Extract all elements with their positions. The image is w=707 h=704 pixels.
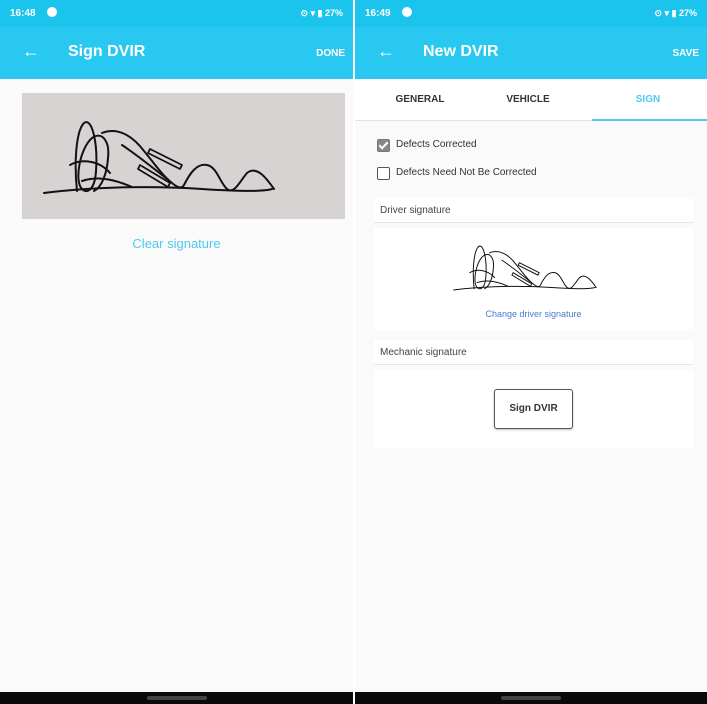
tab-vehicle[interactable]: VEHICLE bbox=[473, 94, 583, 105]
change-driver-signature-link[interactable]: Change driver signature bbox=[374, 309, 693, 319]
signature-drawing bbox=[43, 121, 275, 194]
app-bar: ← New DVIR SAVE bbox=[355, 27, 707, 79]
defects-need-not-be-corrected-label: Defects Need Not Be Corrected bbox=[396, 167, 537, 178]
status-bar: 16:48 ⊙ ▾ ▮ 27% bbox=[0, 0, 353, 27]
system-nav-bar bbox=[355, 692, 707, 704]
mechanic-signature-title: Mechanic signature bbox=[380, 347, 467, 358]
new-dvir-screen: 16:49 ⊙ ▾ ▮ 27% ← New DVIR SAVE GENERAL … bbox=[355, 0, 707, 704]
system-nav-bar bbox=[0, 692, 353, 704]
arrow-left-icon[interactable]: ← bbox=[377, 41, 395, 61]
arrow-left-icon[interactable]: ← bbox=[22, 41, 40, 61]
home-gesture-pill[interactable] bbox=[146, 696, 207, 700]
signature-canvas[interactable] bbox=[22, 93, 345, 219]
defects-need-not-be-corrected-checkbox[interactable] bbox=[377, 167, 390, 180]
mechanic-signature-header: Mechanic signature bbox=[374, 340, 693, 365]
status-indicators: ⊙ ▾ ▮ 27% bbox=[300, 8, 343, 18]
status-bar: 16:49 ⊙ ▾ ▮ 27% bbox=[355, 0, 707, 27]
app-notification-icon bbox=[402, 7, 412, 17]
save-button[interactable]: SAVE bbox=[673, 48, 700, 59]
status-time: 16:48 bbox=[10, 8, 36, 19]
app-bar: ← Sign DVIR DONE bbox=[0, 27, 353, 79]
clear-signature-link[interactable]: Clear signature bbox=[0, 236, 353, 251]
home-gesture-pill[interactable] bbox=[501, 696, 561, 700]
done-button[interactable]: DONE bbox=[316, 48, 345, 59]
defects-corrected-label: Defects Corrected bbox=[396, 139, 477, 150]
tab-bar: GENERAL VEHICLE SIGN bbox=[355, 79, 707, 121]
sign-dvir-screen: 16:48 ⊙ ▾ ▮ 27% ← Sign DVIR DONE Clear s… bbox=[0, 0, 353, 704]
tab-general[interactable]: GENERAL bbox=[365, 94, 475, 105]
status-time: 16:49 bbox=[365, 8, 391, 19]
driver-signature-card: Change driver signature bbox=[374, 228, 693, 330]
page-title: Sign DVIR bbox=[68, 43, 146, 60]
mechanic-signature-card: Sign DVIR bbox=[374, 370, 693, 448]
active-tab-indicator bbox=[592, 119, 707, 121]
driver-signature-image bbox=[453, 245, 597, 291]
page-title: New DVIR bbox=[423, 43, 499, 60]
app-notification-icon bbox=[47, 7, 57, 17]
defects-corrected-checkbox[interactable] bbox=[377, 139, 390, 152]
sign-dvir-button[interactable]: Sign DVIR bbox=[494, 389, 573, 429]
driver-signature-title: Driver signature bbox=[380, 205, 451, 216]
driver-signature-header: Driver signature bbox=[374, 198, 693, 223]
tab-sign[interactable]: SIGN bbox=[593, 94, 703, 105]
status-indicators: ⊙ ▾ ▮ 27% bbox=[654, 8, 697, 18]
